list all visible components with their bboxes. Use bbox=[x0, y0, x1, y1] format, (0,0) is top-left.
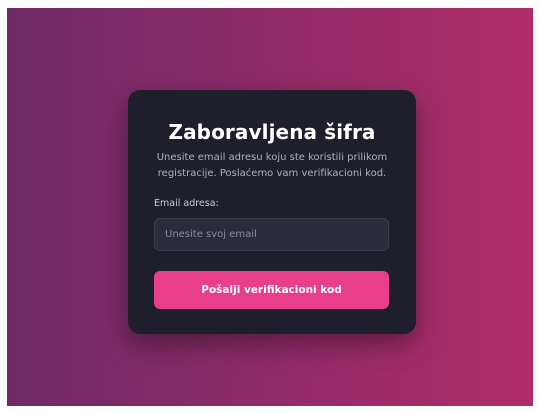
forgot-password-card: Zaboravljena šifra Unesite email adresu … bbox=[128, 90, 416, 334]
page-background: Zaboravljena šifra Unesite email adresu … bbox=[7, 8, 533, 406]
page-title: Zaboravljena šifra bbox=[168, 120, 376, 144]
email-field[interactable] bbox=[154, 218, 389, 251]
send-code-button[interactable]: Pošalji verifikacioni kod bbox=[154, 271, 389, 309]
instructions-text: Unesite email adresu koju ste koristili … bbox=[156, 152, 388, 179]
email-label: Email adresa: bbox=[154, 198, 219, 209]
